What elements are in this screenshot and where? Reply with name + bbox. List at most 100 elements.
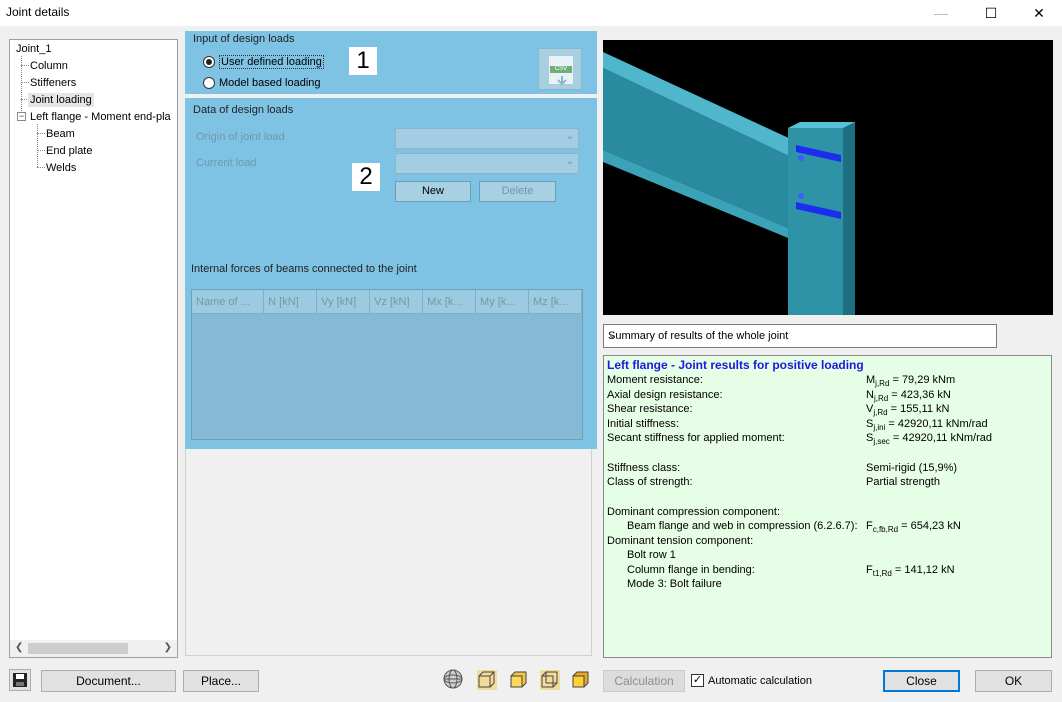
title-bar: Joint details — ☐ ✕ xyxy=(0,0,1062,26)
solid-cube-icon[interactable] xyxy=(507,668,529,690)
column-header[interactable]: Name of ... xyxy=(192,290,265,313)
delete-load-button[interactable]: Delete xyxy=(479,181,556,202)
tree-guide-line xyxy=(21,65,29,66)
results-title: Left flange - Joint results for positive… xyxy=(607,358,864,372)
ok-button[interactable]: OK xyxy=(975,670,1052,692)
document-button[interactable]: Document... xyxy=(41,670,176,692)
scroll-left-icon[interactable]: ❮ xyxy=(15,642,23,653)
input-loads-title: Input of design loads xyxy=(193,33,295,45)
scroll-right-icon[interactable]: ❯ xyxy=(164,642,172,653)
transparent-cube-icon[interactable] xyxy=(538,668,560,690)
tree-root[interactable]: Joint_1 xyxy=(16,42,51,56)
tree-item-column[interactable]: Column xyxy=(30,59,68,73)
origin-label: Origin of joint load xyxy=(196,131,285,143)
save-icon xyxy=(13,673,27,687)
result-value: Mj,Rd = 79,29 kNm xyxy=(866,374,956,389)
center-empty-area xyxy=(185,449,592,656)
result-label: Moment resistance: xyxy=(607,374,703,386)
dominant-tension-label: Dominant tension component: xyxy=(607,535,754,547)
tree-guide-line xyxy=(37,150,45,151)
tree-guide-line xyxy=(37,167,45,168)
tension-item-value: Ft1,Rd = 141,12 kN xyxy=(866,564,955,579)
column-web xyxy=(843,122,855,315)
download-arrow-icon xyxy=(557,76,567,86)
wireframe-sphere-icon[interactable] xyxy=(442,668,464,690)
column-header[interactable]: My [k... xyxy=(476,290,529,313)
shaded-cube-icon[interactable] xyxy=(569,668,591,690)
result-label: Shear resistance: xyxy=(607,403,693,415)
calculation-button[interactable]: Calculation xyxy=(603,670,685,692)
tree-guide-line xyxy=(37,133,45,134)
stiffness-class-value: Semi-rigid (15,9%) xyxy=(866,462,958,474)
design-loads-title: Data of design loads xyxy=(193,104,294,116)
tension-item-label: Column flange in bending: xyxy=(627,564,755,576)
failure-mode-label: Mode 3: Bolt failure xyxy=(627,578,722,590)
current-load-combo[interactable]: ⌄ xyxy=(395,153,579,174)
tree-item-left-flange[interactable]: Left flange - Moment end-pla xyxy=(30,110,171,124)
grid-header: Name of ... N [kN] Vy [kN] Vz [kN] Mx [k… xyxy=(192,290,582,314)
radio-user-defined-label: User defined loading xyxy=(219,55,324,69)
annotation-badge-1: 1 xyxy=(349,47,377,75)
tree-item-joint-loading[interactable]: Joint loading xyxy=(28,93,94,107)
strength-class-value: Partial strength xyxy=(866,476,940,488)
close-icon[interactable]: ✕ xyxy=(1016,0,1062,26)
radio-unselected-icon[interactable] xyxy=(203,77,215,89)
result-label: Axial design resistance: xyxy=(607,389,723,401)
place-button[interactable]: Place... xyxy=(183,670,259,692)
compression-item-label: Beam flange and web in compression (6.2.… xyxy=(627,520,858,532)
tree-guide-line xyxy=(37,124,38,167)
annotation-badge-2: 2 xyxy=(352,163,380,191)
current-load-label: Current load xyxy=(196,157,257,169)
radio-selected-icon[interactable] xyxy=(203,56,215,68)
bolt-icon xyxy=(798,193,804,199)
chevron-down-icon[interactable]: ⌄ xyxy=(608,330,991,341)
origin-combo[interactable]: ⌄ xyxy=(395,128,579,149)
joint-model-graphic xyxy=(603,52,855,315)
tree-horizontal-scrollbar[interactable]: ❮ ❯ xyxy=(10,640,177,657)
result-value: Sj,ini = 42920,11 kNm/rad xyxy=(866,418,988,433)
internal-forces-title: Internal forces of beams connected to th… xyxy=(191,263,417,275)
column-header[interactable]: Vy [kN] xyxy=(317,290,371,313)
checkmark-icon[interactable]: ✓ xyxy=(691,674,704,687)
new-load-button[interactable]: New xyxy=(395,181,471,202)
wireframe-cube-icon[interactable] xyxy=(475,668,497,690)
tree-item-beam[interactable]: Beam xyxy=(46,127,75,141)
tree-guide-line xyxy=(21,82,29,83)
tree-item-welds[interactable]: Welds xyxy=(46,161,76,175)
chevron-down-icon[interactable]: ⌄ xyxy=(566,156,574,167)
beam-web xyxy=(603,68,793,230)
collapse-icon[interactable]: − xyxy=(17,112,26,121)
minimize-icon[interactable]: — xyxy=(918,0,964,26)
bolt-row-label: Bolt row 1 xyxy=(627,549,676,561)
joint-3d-view[interactable] xyxy=(603,40,1053,315)
result-value: Vj,Rd = 155,11 kN xyxy=(866,403,950,418)
tree-item-end-plate[interactable]: End plate xyxy=(46,144,92,158)
tree-item-stiffeners[interactable]: Stiffeners xyxy=(30,76,76,90)
automatic-calculation-checkbox[interactable]: ✓ Automatic calculation xyxy=(691,674,812,687)
column-header[interactable]: Vz [kN] xyxy=(370,290,424,313)
column-header[interactable]: Mx [k... xyxy=(423,290,477,313)
result-value: Nj,Rd = 423,36 kN xyxy=(866,389,951,404)
automatic-calculation-label: Automatic calculation xyxy=(708,674,812,687)
results-panel: Left flange - Joint results for positive… xyxy=(603,355,1052,658)
internal-forces-grid[interactable]: Name of ... N [kN] Vy [kN] Vz [kN] Mx [k… xyxy=(191,289,583,440)
joint-tree[interactable]: Joint_1 Column Stiffeners Joint loading … xyxy=(9,39,178,658)
result-value: Sj,sec = 42920,11 kNm/rad xyxy=(866,432,993,447)
maximize-icon[interactable]: ☐ xyxy=(968,0,1014,26)
bolt-icon xyxy=(798,155,804,161)
column-header[interactable]: N [kN] xyxy=(264,290,318,313)
compression-item-value: Fc,fb,Rd = 654,23 kN xyxy=(866,520,961,535)
result-label: Initial stiffness: xyxy=(607,418,679,430)
csv-file-icon: CSV xyxy=(548,55,574,86)
result-label: Secant stiffness for applied moment: xyxy=(607,432,785,444)
scrollbar-thumb[interactable] xyxy=(28,643,128,654)
import-csv-button[interactable]: CSV xyxy=(538,48,582,90)
results-summary-select[interactable]: Summary of results of the whole joint ⌄ xyxy=(603,324,997,348)
chevron-down-icon[interactable]: ⌄ xyxy=(566,131,574,142)
close-button[interactable]: Close xyxy=(883,670,960,692)
strength-class-label: Class of strength: xyxy=(607,476,693,488)
column-header[interactable]: Mz [k... xyxy=(529,290,582,313)
radio-user-defined[interactable]: User defined loading xyxy=(203,55,324,69)
radio-model-based[interactable]: Model based loading xyxy=(203,77,321,89)
save-button[interactable] xyxy=(9,669,31,691)
